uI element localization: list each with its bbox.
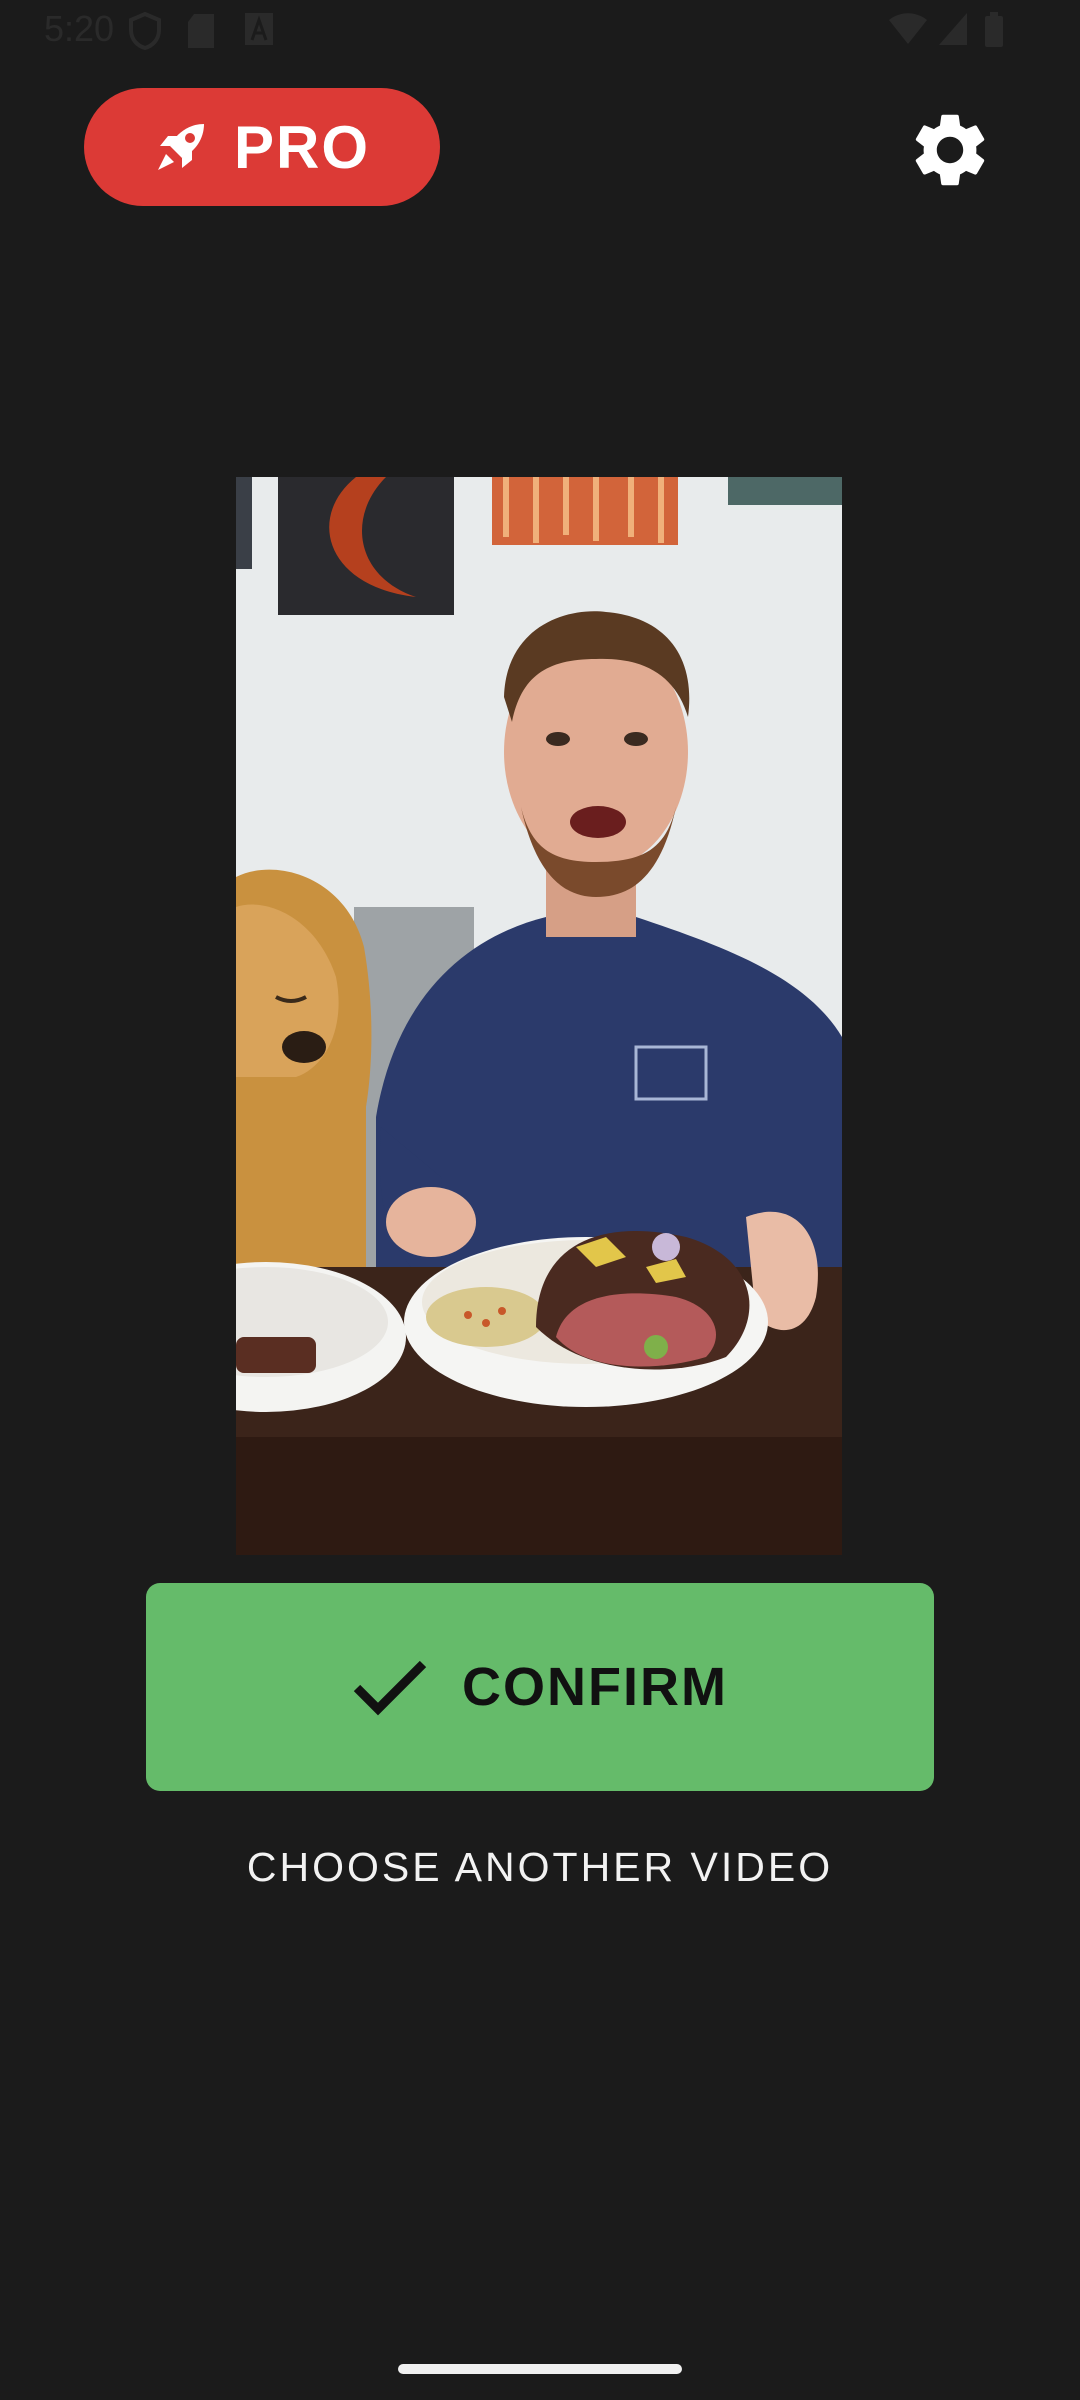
- confirm-label: CONFIRM: [462, 1657, 728, 1717]
- home-indicator[interactable]: [398, 2364, 682, 2374]
- battery-icon: [985, 12, 1003, 47]
- checkmark-icon: [353, 1660, 427, 1716]
- signal-icon: [939, 13, 967, 45]
- sd-card-icon: [188, 14, 214, 48]
- gear-icon: [915, 114, 985, 186]
- pro-button[interactable]: PRO: [84, 88, 440, 206]
- wifi-icon: [889, 13, 927, 44]
- font-a-icon: [245, 13, 273, 45]
- pro-label: PRO: [233, 113, 371, 181]
- settings-button[interactable]: [906, 106, 994, 194]
- video-preview[interactable]: [236, 477, 842, 1555]
- shield-icon: [129, 12, 161, 50]
- status-bar: 5:20: [0, 0, 1080, 64]
- rocket-icon: [157, 124, 204, 170]
- choose-another-video-button[interactable]: CHOOSE ANOTHER VIDEO: [0, 1844, 1080, 1891]
- video-thumbnail: [236, 477, 842, 1555]
- status-time: 5:20: [44, 8, 115, 49]
- confirm-button[interactable]: CONFIRM: [146, 1583, 934, 1791]
